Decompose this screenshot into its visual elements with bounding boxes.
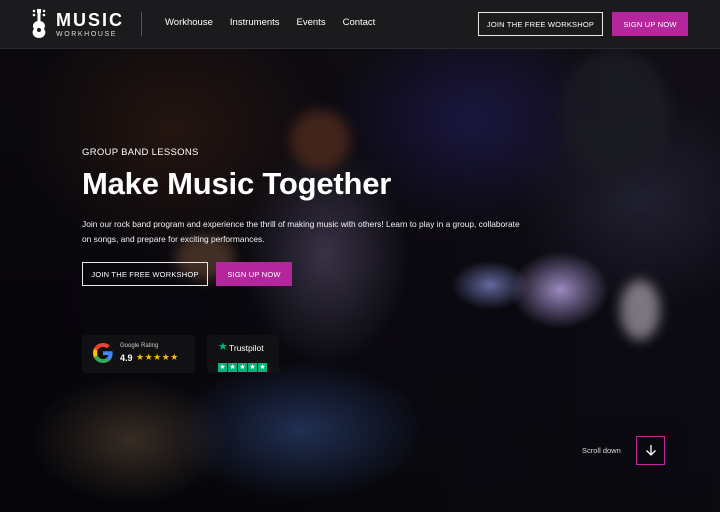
nav-link-workhouse[interactable]: Workhouse (165, 17, 213, 28)
hero-eyebrow: GROUP BAND LESSONS (82, 147, 199, 158)
brand-name: MUSIC (56, 9, 124, 30)
top-navbar: MUSIC WORKHOUSE Workhouse Instruments Ev… (0, 0, 720, 49)
google-g-icon (93, 343, 113, 363)
arrow-down-icon (645, 445, 656, 456)
brand-logo[interactable]: MUSIC WORKHOUSE (30, 9, 124, 39)
trustpilot-badge[interactable]: ★ Trustpilot ★ ★ ★ ★ ★ (207, 335, 279, 373)
nav-link-contact[interactable]: Contact (343, 17, 376, 28)
nav-link-events[interactable]: Events (297, 17, 326, 28)
header-workshop-button[interactable]: JOIN THE FREE WORKSHOP (478, 12, 603, 36)
hero-signup-button[interactable]: SIGN UP NOW (216, 262, 292, 286)
trustpilot-star-icon: ★ (218, 341, 228, 353)
hero-background (0, 0, 720, 512)
scroll-down-label: Scroll down (582, 446, 621, 455)
hero-title: Make Music Together (82, 166, 392, 201)
brand-tagline: WORKHOUSE (56, 30, 118, 38)
trustpilot-label: Trustpilot (229, 343, 264, 353)
hero-description: Join our rock band program and experienc… (82, 219, 520, 244)
google-rating-stars: ★★★★★ (136, 352, 179, 362)
scroll-down-button[interactable] (636, 436, 665, 465)
google-rating-label: Google Rating (120, 343, 159, 349)
nav-link-instruments[interactable]: Instruments (230, 17, 280, 28)
nav-divider (141, 12, 142, 36)
main-nav: Workhouse Instruments Events Contact (165, 17, 392, 28)
google-rating-score: 4.9 (120, 353, 133, 363)
guitar-icon (32, 9, 46, 38)
hero-workshop-button[interactable]: JOIN THE FREE WORKSHOP (82, 262, 208, 286)
header-signup-button[interactable]: SIGN UP NOW (612, 12, 688, 36)
trustpilot-stars: ★ ★ ★ ★ ★ (218, 363, 267, 372)
google-rating-badge[interactable]: Google Rating 4.9 ★★★★★ (82, 335, 195, 373)
